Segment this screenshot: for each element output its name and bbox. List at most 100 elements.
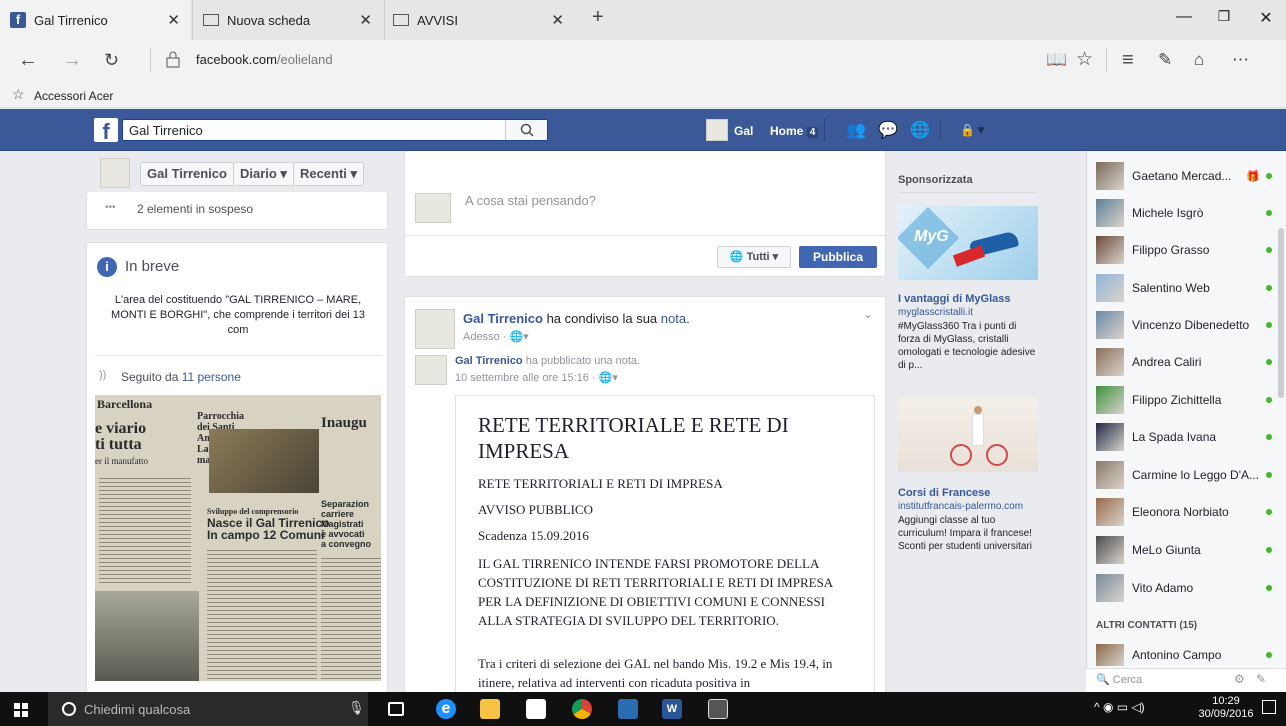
chat-settings-icon[interactable]: ⚙ xyxy=(1234,672,1245,686)
home-link[interactable]: Home 4 xyxy=(770,124,819,138)
edge-icon[interactable]: e xyxy=(436,699,456,719)
favorite-star-icon[interactable]: ☆ xyxy=(1076,50,1093,70)
close-window-icon[interactable]: ✕ xyxy=(1256,8,1276,28)
audience-selector[interactable]: 🌐 Tutti ▾ xyxy=(717,246,791,268)
cortana-search-box[interactable]: Chiedimi qualcosa 🎙 xyxy=(48,692,368,726)
chat-contact[interactable]: La Spada Ivana xyxy=(1096,423,1272,451)
refresh-icon[interactable]: ↻ xyxy=(104,50,119,70)
birthday-gift-icon[interactable]: 🎁 xyxy=(1246,170,1260,183)
close-tab-icon[interactable]: ✕ xyxy=(167,11,180,29)
web-note-icon[interactable]: ✎ xyxy=(1158,50,1172,70)
messages-icon[interactable]: 💬 xyxy=(878,120,898,140)
ad-image-francais[interactable] xyxy=(898,398,1038,472)
microphone-icon[interactable]: 🎙 xyxy=(348,700,365,716)
recenti-dropdown[interactable]: Recenti ▾ xyxy=(293,162,365,186)
page-nav: Gal Tirrenico Diario ▾ Recenti ▾ xyxy=(140,162,365,186)
hub-icon[interactable]: ≡ xyxy=(1122,50,1134,70)
shared-avatar[interactable] xyxy=(415,355,447,385)
post-note-link[interactable]: nota xyxy=(661,311,686,326)
friend-requests-icon[interactable]: 👥 xyxy=(846,120,866,140)
ad-title[interactable]: I vantaggi di MyGlass xyxy=(898,293,1038,305)
close-tab-icon[interactable]: ✕ xyxy=(359,11,372,29)
file-explorer-icon[interactable] xyxy=(480,699,500,719)
share-icon[interactable]: ⌂ xyxy=(1194,50,1204,70)
restore-icon[interactable]: ❐ xyxy=(1214,8,1234,25)
contact-name: Carmine lo Leggo D'A... xyxy=(1132,468,1260,482)
chat-contact[interactable]: MeLo Giunta xyxy=(1096,536,1272,564)
url-field[interactable]: facebook.com/eolieland xyxy=(196,52,333,67)
word-icon[interactable]: W xyxy=(662,699,682,719)
chat-search-input[interactable]: 🔍 Cerca xyxy=(1096,673,1142,686)
chat-contact[interactable]: Andrea Caliri xyxy=(1096,348,1272,376)
privacy-shortcuts-icon[interactable]: 🔒▼ xyxy=(960,123,987,137)
minimize-icon[interactable]: — xyxy=(1174,8,1194,26)
chat-contact[interactable]: Filippo Grasso xyxy=(1096,236,1272,264)
fb-search-input[interactable]: Gal Tirrenico xyxy=(122,119,548,141)
ad-image-myglass[interactable]: MyG xyxy=(898,206,1038,280)
ad-domain[interactable]: myglasscristalli.it xyxy=(898,307,973,318)
profile-avatar[interactable] xyxy=(706,119,728,141)
info-icon: i xyxy=(97,257,117,277)
chrome-icon[interactable] xyxy=(572,699,592,719)
chat-scrollbar[interactable] xyxy=(1278,228,1284,398)
pending-link[interactable]: 2 elementi in sospeso xyxy=(137,202,253,216)
post-options-chevron-icon[interactable]: ⌄ xyxy=(863,307,873,321)
star-icon: ☆ xyxy=(12,86,25,102)
clock[interactable]: 10:29 30/09/2016 xyxy=(1196,695,1256,721)
notifications-globe-icon[interactable]: 🌐 xyxy=(910,120,930,140)
chat-contact[interactable]: Salentino Web xyxy=(1096,274,1272,302)
newspaper-photo[interactable]: Barcellona e viario ti tutta er il manufat… xyxy=(95,395,381,681)
chat-contact[interactable]: Eleonora Norbiato xyxy=(1096,498,1272,526)
shared-author-link[interactable]: Gal Tirrenico xyxy=(455,355,523,367)
composer-input[interactable]: A cosa stai pensando? xyxy=(465,193,596,208)
followed-link[interactable]: 11 persone xyxy=(182,370,241,384)
post-avatar[interactable] xyxy=(415,309,455,349)
back-icon[interactable]: ← xyxy=(18,50,38,70)
facebook-logo-icon[interactable]: f xyxy=(94,118,118,142)
tray-icons[interactable]: ^ ◉ ▭ ◁) xyxy=(1094,700,1145,714)
new-tab-button[interactable]: + xyxy=(592,6,604,29)
contact-name: Vito Adamo xyxy=(1132,581,1194,595)
chat-compose-icon[interactable]: ✎ xyxy=(1256,672,1266,686)
close-tab-icon[interactable]: ✕ xyxy=(551,11,564,29)
lock-icon xyxy=(166,50,180,68)
shared-time[interactable]: 10 settembre alle ore 15:16 · 🌐▾ xyxy=(455,371,618,384)
contact-avatar xyxy=(1096,274,1124,302)
tab-gal-tirrenico[interactable]: f Gal Tirrenico ✕ xyxy=(0,0,190,40)
ad-title[interactable]: Corsi di Francese xyxy=(898,487,990,499)
contact-avatar xyxy=(1096,644,1124,666)
headline-line: Magistrati xyxy=(321,519,364,529)
action-center-icon[interactable] xyxy=(1262,700,1276,714)
rss-icon: )) xyxy=(99,369,107,381)
chat-contact[interactable]: Vito Adamo xyxy=(1096,574,1272,602)
tab-nuova-scheda[interactable]: Nuova scheda ✕ xyxy=(192,0,382,40)
calculator-icon[interactable] xyxy=(708,699,728,719)
chat-contact[interactable]: Vincenzo Dibenedetto xyxy=(1096,311,1272,339)
profile-name-link[interactable]: Gal xyxy=(734,124,753,138)
post-author-link[interactable]: Gal Tirrenico xyxy=(463,311,543,326)
windows-start-icon[interactable] xyxy=(14,703,28,717)
recenti-label: Recenti xyxy=(299,166,347,181)
search-icon[interactable] xyxy=(505,120,547,140)
page-name-button[interactable]: Gal Tirrenico xyxy=(140,162,234,186)
chat-contact[interactable]: Antonino Campo xyxy=(1096,644,1272,666)
task-view-icon[interactable] xyxy=(388,702,404,716)
chat-contact[interactable]: Filippo Zichittella xyxy=(1096,386,1272,414)
lync-icon[interactable] xyxy=(618,699,638,719)
chat-contact[interactable]: Carmine lo Leggo D'A... xyxy=(1096,461,1272,489)
chat-contact[interactable]: Gaetano Mercad... 🎁 xyxy=(1096,162,1272,190)
note-preview[interactable]: RETE TERRITORIALE E RETE DI IMPRESA RETE… xyxy=(455,395,875,697)
forward-icon[interactable]: → xyxy=(62,50,82,70)
online-status-icon xyxy=(1266,173,1272,179)
more-icon[interactable]: ⋯ xyxy=(1232,50,1249,70)
post-time[interactable]: Adesso · 🌐▾ xyxy=(463,330,529,343)
reading-view-icon[interactable]: 📖 xyxy=(1046,50,1067,70)
page-avatar[interactable] xyxy=(100,158,130,188)
tab-avvisi[interactable]: AVVISI ✕ xyxy=(384,0,574,40)
store-icon[interactable] xyxy=(526,699,546,719)
ad-domain[interactable]: institutfrancais-palermo.com xyxy=(898,501,1023,512)
favorite-accessori-acer[interactable]: Accessori Acer xyxy=(34,89,113,103)
diario-dropdown[interactable]: Diario ▾ xyxy=(233,162,294,186)
publish-button[interactable]: Pubblica xyxy=(799,246,877,268)
chat-contact[interactable]: Michele Isgrò xyxy=(1096,199,1272,227)
